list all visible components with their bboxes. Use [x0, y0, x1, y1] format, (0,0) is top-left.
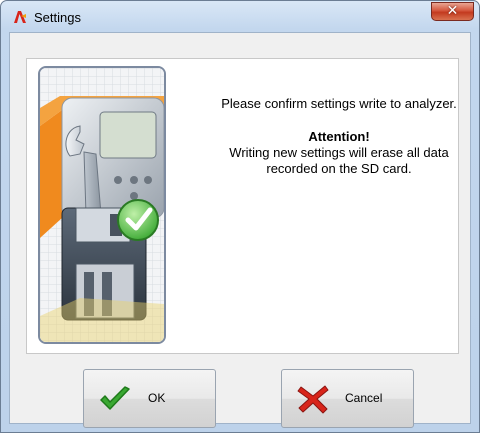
warning-text: Writing new settings will erase all data… — [229, 145, 449, 176]
window-title: Settings — [34, 10, 81, 25]
ok-button[interactable]: OK — [83, 369, 216, 428]
ok-label: OK — [148, 391, 166, 405]
dialog-body: Please confirm settings write to analyze… — [9, 32, 471, 428]
content-panel: Please confirm settings write to analyze… — [26, 58, 459, 354]
close-icon: ✕ — [446, 3, 459, 19]
title-bar[interactable]: Settings ✕ — [1, 1, 479, 32]
confirmation-message: Please confirm settings write to analyze… — [217, 96, 461, 177]
red-x-icon — [297, 385, 329, 414]
confirm-text: Please confirm settings write to analyze… — [221, 96, 457, 111]
attention-heading: Attention! — [308, 129, 370, 144]
check-mark-icon — [100, 386, 130, 410]
close-button[interactable]: ✕ — [431, 2, 474, 21]
app-logo-icon — [14, 11, 26, 23]
settings-write-sd-illustration — [38, 66, 166, 344]
illustration-art — [40, 68, 164, 342]
cancel-button[interactable]: Cancel — [281, 369, 414, 428]
settings-dialog: Settings ✕ Please confirm settings write… — [0, 0, 480, 433]
cancel-label: Cancel — [345, 391, 383, 405]
